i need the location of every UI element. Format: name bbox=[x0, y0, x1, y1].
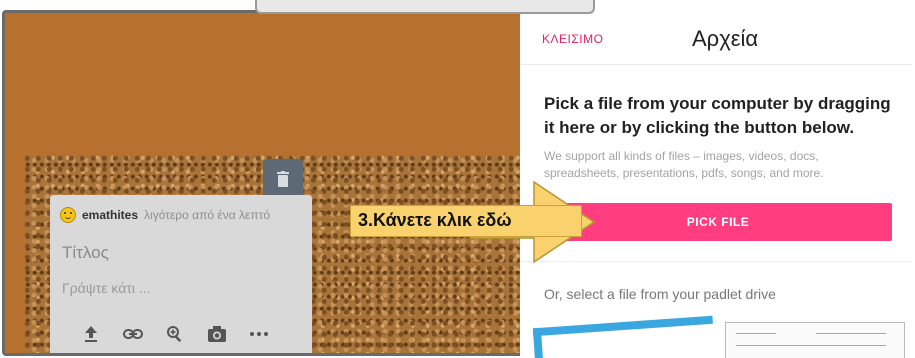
post-body-input[interactable]: Γράψτε κάτι ... bbox=[62, 280, 151, 296]
drive-file-thumbnail[interactable] bbox=[725, 322, 905, 358]
smiley-avatar-icon bbox=[60, 207, 76, 223]
callout-text: 3.Κάνετε κλικ εδώ bbox=[358, 210, 512, 230]
panel-title: Αρχεία bbox=[692, 26, 759, 51]
upload-icon[interactable] bbox=[80, 323, 102, 345]
post-editor-card: emathites λιγότερο από ένα λεπτό Τίτλος … bbox=[50, 195, 312, 353]
link-icon[interactable] bbox=[122, 323, 144, 345]
camera-icon[interactable] bbox=[206, 323, 228, 345]
panel-header: ΚΛΕΙΣΙΜΟ Αρχεία bbox=[520, 10, 912, 65]
delete-post-button[interactable] bbox=[263, 159, 303, 199]
supported-files-text: We support all kinds of files – images, … bbox=[544, 149, 824, 180]
close-button[interactable]: ΚΛΕΙΣΙΜΟ bbox=[542, 32, 603, 46]
post-time: λιγότερο από ένα λεπτό bbox=[144, 208, 271, 222]
trash-icon bbox=[277, 171, 289, 187]
panel-heading: Pick a file from your computer by draggi… bbox=[544, 94, 891, 137]
post-header: emathites λιγότερο από ένα λεπτό bbox=[60, 207, 270, 223]
top-tab-edge bbox=[255, 0, 595, 14]
drive-file-thumbnail[interactable] bbox=[532, 315, 716, 358]
post-toolbar bbox=[80, 323, 270, 345]
padlet-drive-text: Or, select a file from your padlet drive bbox=[544, 286, 776, 302]
pick-file-button[interactable]: PICK FILE bbox=[544, 203, 892, 241]
search-icon[interactable] bbox=[164, 323, 186, 345]
post-title-input[interactable]: Τίτλος bbox=[62, 243, 109, 263]
post-author: emathites bbox=[82, 208, 139, 222]
more-options-icon[interactable] bbox=[248, 323, 270, 345]
